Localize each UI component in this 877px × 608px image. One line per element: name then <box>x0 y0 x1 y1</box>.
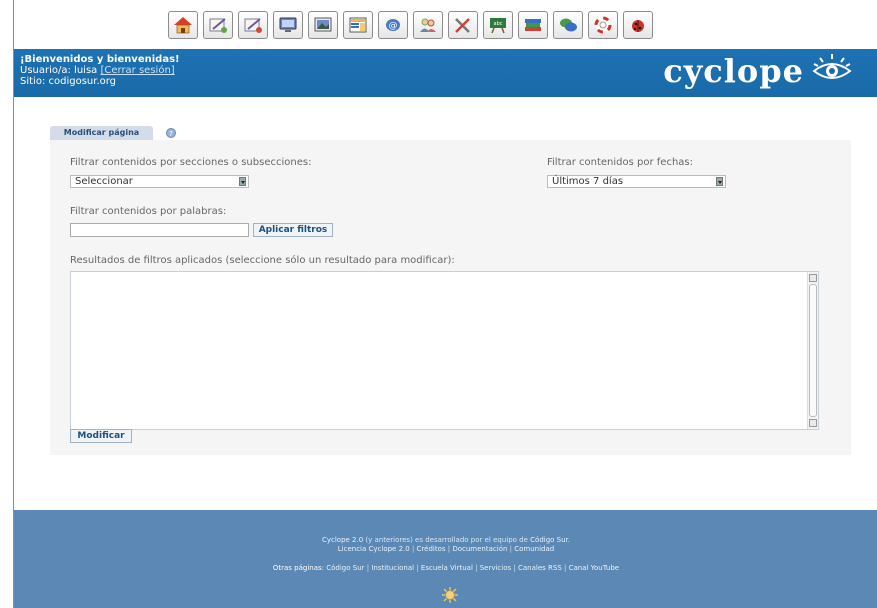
words-filter-label: Filtrar contenidos por palabras: <box>70 206 227 217</box>
separator: | <box>472 564 480 572</box>
users-icon[interactable] <box>413 11 443 39</box>
page-frame: @ abc ¡Bienvenidos y bienvenidas! Usuari… <box>13 0 877 608</box>
chevron-down-icon <box>239 177 246 186</box>
tools-icon[interactable] <box>448 11 478 39</box>
dates-select[interactable]: Últimos 7 días <box>547 175 726 188</box>
edit-icon[interactable] <box>203 11 233 39</box>
eye-logo-icon <box>812 54 852 79</box>
other-link-codigo-sur[interactable]: Código Sur <box>326 564 364 572</box>
cyclope-logo[interactable]: cyclope <box>663 52 854 90</box>
scroll-thumb[interactable] <box>809 284 817 417</box>
layout-icon[interactable] <box>343 11 373 39</box>
sections-filter-label: Filtrar contenidos por secciones o subse… <box>70 157 312 168</box>
footer-credits-text: (y anteriores) es desarrollado por el eq… <box>363 536 531 544</box>
cyclope-link[interactable]: Cyclope 2.0 <box>322 536 363 544</box>
user-line: Usuario/a: luisa [Cerrar sesión] <box>20 65 180 76</box>
credits-link[interactable]: Créditos <box>417 545 446 553</box>
spellcheck-icon[interactable]: abc <box>483 11 513 39</box>
codigo-sur-link[interactable]: Código Sur <box>530 536 568 544</box>
other-link-canales-rss[interactable]: Canales RSS <box>518 564 562 572</box>
welcome-block: ¡Bienvenidos y bienvenidas! Usuario/a: l… <box>20 54 180 87</box>
header-banner: ¡Bienvenidos y bienvenidas! Usuario/a: l… <box>14 49 877 97</box>
sections-select-value: Seleccionar <box>75 176 133 187</box>
bug-icon[interactable] <box>623 11 653 39</box>
footer-period: . <box>567 536 571 544</box>
help-icon[interactable]: ? <box>166 128 176 138</box>
other-link-servicios[interactable]: Servicios <box>480 564 511 572</box>
logout-link[interactable]: [Cerrar sesión] <box>100 65 174 76</box>
scroll-down-icon[interactable] <box>809 419 817 427</box>
footer-credits-line: Cyclope 2.0 (y anteriores) es desarrolla… <box>14 536 877 544</box>
dates-select-value: Últimos 7 días <box>552 176 624 187</box>
user-label: Usuario/a: luisa <box>20 65 101 76</box>
email-icon[interactable]: @ <box>378 11 408 39</box>
separator: | <box>409 545 417 553</box>
results-scrollbar[interactable] <box>807 272 818 429</box>
other-link-escuela-virtual[interactable]: Escuela Virtual <box>421 564 473 572</box>
welcome-title: ¡Bienvenidos y bienvenidas! <box>20 54 180 65</box>
edit-alt-icon[interactable] <box>238 11 268 39</box>
home-icon[interactable] <box>168 11 198 39</box>
modify-button[interactable]: Modificar <box>70 429 132 443</box>
words-input[interactable] <box>70 223 249 237</box>
svg-text:@: @ <box>389 21 398 31</box>
tab-modify-page[interactable]: Modificar página <box>50 126 153 140</box>
other-pages-label: Otras páginas: <box>272 564 327 572</box>
license-link[interactable]: Licencia Cyclope 2.0 <box>338 545 410 553</box>
books-icon[interactable] <box>518 11 548 39</box>
community-link[interactable]: Comunidad <box>514 545 554 553</box>
scroll-up-icon[interactable] <box>809 274 817 282</box>
footer: Cyclope 2.0 (y anteriores) es desarrolla… <box>14 510 877 608</box>
dates-filter-label: Filtrar contenidos por fechas: <box>547 157 694 168</box>
site-label: Sitio: codigosur.org <box>20 76 117 87</box>
sun-logo-icon <box>442 587 458 603</box>
image-icon[interactable] <box>308 11 338 39</box>
other-link-canal-youtube[interactable]: Canal YouTube <box>569 564 620 572</box>
separator: | <box>561 564 569 572</box>
filter-panel: Filtrar contenidos por secciones o subse… <box>50 140 851 455</box>
svg-text:?: ? <box>169 130 173 138</box>
toolbar: @ abc <box>168 11 653 41</box>
documentation-link[interactable]: Documentación <box>452 545 507 553</box>
separator: | <box>414 564 421 572</box>
footer-other-pages: Otras páginas: Código Sur | Instituciona… <box>14 564 877 572</box>
help-ring-icon[interactable] <box>588 11 618 39</box>
screen-icon[interactable] <box>273 11 303 39</box>
chevron-down-icon <box>716 177 723 186</box>
logo-text: cyclope <box>663 52 804 90</box>
svg-text:abc: abc <box>494 21 503 27</box>
separator: | <box>511 564 518 572</box>
footer-links-line: Licencia Cyclope 2.0 | Créditos | Docume… <box>14 545 877 553</box>
results-label: Resultados de filtros aplicados (selecci… <box>70 255 455 266</box>
other-link-institucional[interactable]: Institucional <box>371 564 414 572</box>
apply-filters-button[interactable]: Aplicar filtros <box>253 223 333 237</box>
sections-select[interactable]: Seleccionar <box>70 175 249 188</box>
results-listbox[interactable] <box>70 271 819 430</box>
chat-icon[interactable] <box>553 11 583 39</box>
